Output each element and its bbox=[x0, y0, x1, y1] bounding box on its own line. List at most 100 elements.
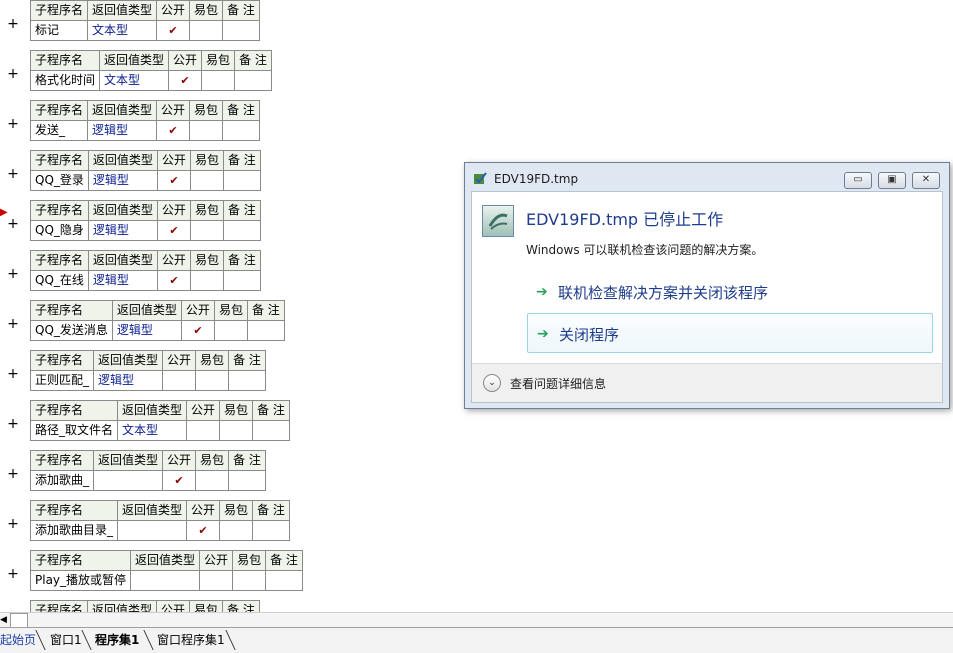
subroutine-table: 子程序名 返回值类型 公开 易包备 注添加歌曲目录_ ✔ bbox=[29, 500, 290, 541]
return-type[interactable]: 文本型 bbox=[99, 70, 170, 91]
public-cell[interactable]: ✔ bbox=[168, 70, 203, 91]
scroll-thumb[interactable] bbox=[10, 613, 28, 628]
check-online-option[interactable]: ➔ 联机检查解决方案并关闭该程序 bbox=[527, 272, 931, 310]
subroutine-name[interactable]: 添加歌曲_ bbox=[29, 470, 95, 491]
subroutine-name[interactable]: 发送_ bbox=[29, 120, 89, 141]
expand-plus-icon[interactable]: + bbox=[7, 17, 19, 31]
horizontal-scrollbar[interactable]: ◀ bbox=[0, 612, 953, 628]
subroutine-name[interactable]: 标记 bbox=[29, 20, 89, 41]
return-type[interactable]: 逻辑型 bbox=[111, 320, 182, 341]
note-cell[interactable] bbox=[265, 570, 303, 591]
public-cell[interactable]: ✔ bbox=[156, 120, 191, 141]
public-cell[interactable]: ✔ bbox=[156, 170, 191, 191]
header-name: 子程序名 bbox=[29, 0, 89, 21]
easy-pack-cell[interactable] bbox=[189, 20, 224, 41]
tab-program-set1[interactable]: 程序集1 bbox=[95, 631, 139, 649]
note-cell[interactable] bbox=[222, 20, 260, 41]
subroutine-name[interactable]: 正则匹配_ bbox=[29, 370, 95, 391]
view-details-link[interactable]: 查看问题详细信息 bbox=[510, 375, 606, 392]
public-cell[interactable]: ✔ bbox=[180, 320, 215, 341]
expand-plus-icon[interactable]: + bbox=[7, 567, 19, 581]
header-easy-pack: 易包 bbox=[232, 550, 267, 571]
expand-plus-icon[interactable]: + bbox=[7, 367, 19, 381]
public-cell[interactable]: ✔ bbox=[186, 520, 221, 541]
check-icon: ✔ bbox=[174, 474, 184, 487]
header-note: 备 注 bbox=[222, 100, 260, 121]
easy-pack-cell[interactable] bbox=[201, 70, 236, 91]
close-program-option[interactable]: ➔ 关闭程序 bbox=[527, 313, 933, 353]
public-cell[interactable]: ✔ bbox=[162, 470, 197, 491]
return-type[interactable]: 逻辑型 bbox=[93, 370, 164, 391]
easy-pack-cell[interactable] bbox=[189, 220, 224, 241]
expand-plus-icon[interactable]: + bbox=[7, 167, 19, 181]
subroutine-name[interactable]: QQ_登录 bbox=[30, 170, 89, 191]
easy-pack-cell[interactable] bbox=[219, 420, 254, 441]
subroutine-table: 子程序名 返回值类型 公开 易包备 注格式化时间 文本型 ✔ bbox=[29, 50, 272, 91]
public-cell[interactable]: ✔ bbox=[156, 220, 191, 241]
expand-plus-icon[interactable]: + bbox=[7, 267, 19, 281]
note-cell[interactable] bbox=[222, 220, 261, 241]
tab-window-program-set1[interactable]: 窗口程序集1 bbox=[157, 631, 225, 649]
subroutine-name[interactable]: 格式化时间 bbox=[29, 70, 101, 91]
subroutine-name[interactable]: 添加歌曲目录_ bbox=[29, 520, 119, 541]
tab-start-page[interactable]: 起始页 bbox=[0, 631, 36, 649]
subroutine-name[interactable]: QQ_在线 bbox=[30, 270, 89, 291]
expand-plus-icon[interactable]: + bbox=[7, 467, 19, 481]
minimize-button[interactable]: ▭ bbox=[844, 172, 872, 189]
return-type[interactable] bbox=[117, 520, 188, 541]
expand-plus-icon[interactable]: + bbox=[7, 117, 19, 131]
public-cell[interactable] bbox=[162, 370, 197, 391]
close-button[interactable]: ✕ bbox=[912, 172, 940, 189]
expand-plus-icon[interactable]: + bbox=[7, 217, 19, 231]
expand-details-icon[interactable]: ⌄ bbox=[483, 374, 501, 392]
note-cell[interactable] bbox=[222, 170, 261, 191]
note-cell[interactable] bbox=[234, 70, 272, 91]
easy-pack-cell[interactable] bbox=[195, 470, 230, 491]
easy-pack-cell[interactable] bbox=[219, 520, 254, 541]
subroutine-name[interactable]: Play_播放或暂停 bbox=[29, 570, 132, 591]
check-icon: ✔ bbox=[169, 224, 179, 237]
return-type[interactable]: 文本型 bbox=[117, 420, 188, 441]
header-return-type: 返回值类型 bbox=[87, 100, 158, 121]
scroll-left-arrow-icon[interactable]: ◀ bbox=[0, 614, 8, 626]
restore-button[interactable]: ▣ bbox=[878, 172, 906, 189]
subroutine-name[interactable]: QQ_发送消息 bbox=[30, 320, 113, 341]
header-name: 子程序名 bbox=[30, 250, 89, 271]
easy-pack-cell[interactable] bbox=[195, 370, 230, 391]
public-cell[interactable] bbox=[199, 570, 234, 591]
return-type[interactable]: 逻辑型 bbox=[87, 270, 158, 291]
note-cell[interactable] bbox=[222, 270, 261, 291]
tab-window1[interactable]: 窗口1 bbox=[50, 631, 82, 649]
note-cell[interactable] bbox=[246, 320, 285, 341]
public-cell[interactable] bbox=[186, 420, 221, 441]
expand-plus-icon[interactable]: + bbox=[7, 317, 19, 331]
expand-plus-icon[interactable]: + bbox=[7, 67, 19, 81]
public-cell[interactable]: ✔ bbox=[156, 20, 191, 41]
easy-pack-cell[interactable] bbox=[232, 570, 267, 591]
note-cell[interactable] bbox=[222, 120, 260, 141]
return-type[interactable]: 逻辑型 bbox=[87, 220, 158, 241]
easy-pack-cell[interactable] bbox=[213, 320, 248, 341]
header-return-type: 返回值类型 bbox=[111, 300, 182, 321]
return-type[interactable]: 文本型 bbox=[87, 20, 158, 41]
return-type[interactable]: 逻辑型 bbox=[87, 170, 158, 191]
expand-plus-icon[interactable]: + bbox=[7, 417, 19, 431]
return-type[interactable] bbox=[130, 570, 201, 591]
return-type[interactable] bbox=[93, 470, 164, 491]
app-small-icon bbox=[474, 172, 487, 184]
header-note: 备 注 bbox=[252, 500, 290, 521]
subroutine-name[interactable]: QQ_隐身 bbox=[30, 220, 89, 241]
note-cell[interactable] bbox=[228, 370, 266, 391]
easy-pack-cell[interactable] bbox=[189, 170, 224, 191]
dialog-titlebar[interactable]: EDV19FD.tmp ▭ ▣ ✕ bbox=[465, 163, 949, 191]
note-cell[interactable] bbox=[252, 420, 290, 441]
expand-plus-icon[interactable]: + bbox=[7, 517, 19, 531]
public-cell[interactable]: ✔ bbox=[156, 270, 191, 291]
note-cell[interactable] bbox=[228, 470, 266, 491]
header-public: 公开 bbox=[180, 300, 215, 321]
subroutine-name[interactable]: 路径_取文件名 bbox=[29, 420, 119, 441]
easy-pack-cell[interactable] bbox=[189, 120, 224, 141]
easy-pack-cell[interactable] bbox=[189, 270, 224, 291]
note-cell[interactable] bbox=[252, 520, 290, 541]
return-type[interactable]: 逻辑型 bbox=[87, 120, 158, 141]
